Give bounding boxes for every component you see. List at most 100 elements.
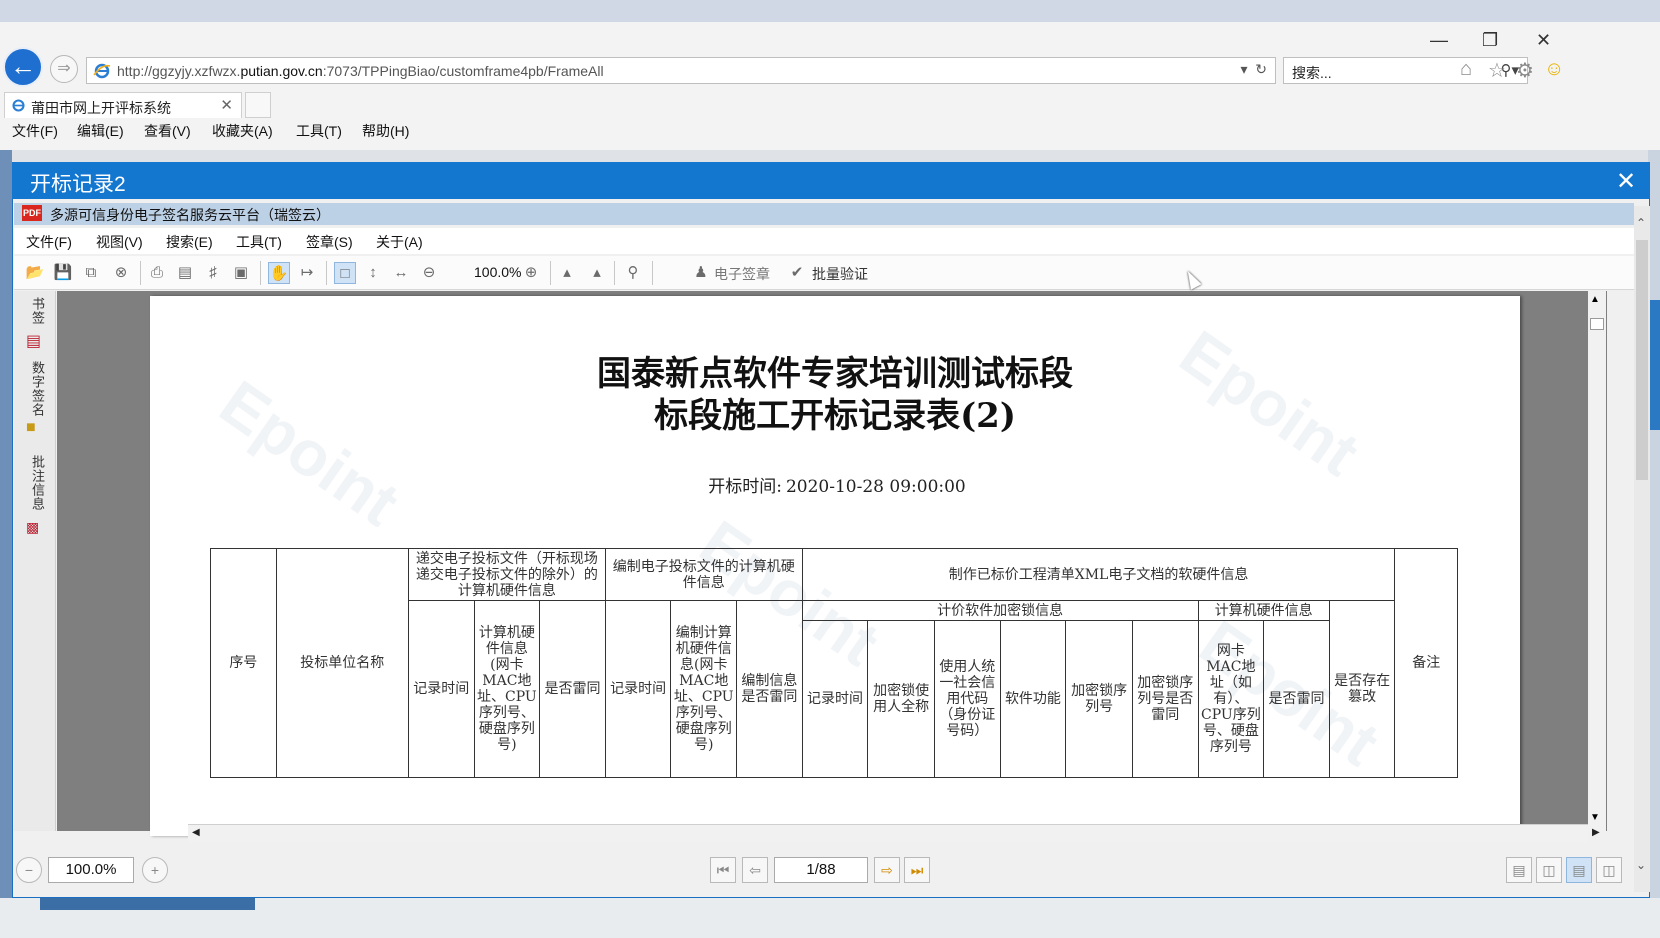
single-page-icon[interactable]: □: [334, 262, 356, 284]
next-page-icon[interactable]: ⇨: [874, 857, 900, 883]
document-title-line2: 标段施工开标记录表(2): [654, 396, 1016, 436]
header-lock-serial-same: 加密锁序列号是否雷同: [1131, 620, 1199, 778]
window-close-icon[interactable]: ✕: [1536, 30, 1551, 51]
hand-tool-icon[interactable]: ✋: [268, 262, 290, 284]
dialog-close-icon[interactable]: ✕: [1616, 167, 1636, 196]
last-page-icon[interactable]: ⏭: [904, 857, 930, 883]
viewer-toolbar: 📂 💾 ⧉ ⊗ ⎙ ▤ ♯ ▣ ✋ ↦ □ ↕ ↔ ⊖ 100.0% ⊕ ▴ ▴…: [14, 256, 1634, 290]
zoom-in-icon[interactable]: ⊕: [520, 262, 542, 284]
binoculars-icon[interactable]: ♯: [202, 262, 224, 284]
viewer-menu-file[interactable]: 文件(F): [26, 232, 72, 252]
status-zoom-out-icon[interactable]: −: [16, 857, 42, 883]
fit-width-icon[interactable]: ↔: [390, 262, 412, 284]
pdf-icon: PDF: [22, 205, 42, 221]
scroll-right-icon[interactable]: ▶: [1592, 827, 1600, 838]
status-zoom-in-icon[interactable]: +: [142, 857, 168, 883]
menu-edit[interactable]: 编辑(E): [77, 121, 124, 141]
header-seq: 序号: [210, 548, 277, 778]
single-page-view-icon[interactable]: ▤: [1506, 857, 1532, 883]
dialog-scroll-thumb[interactable]: [1636, 240, 1648, 480]
menu-file[interactable]: 文件(F): [12, 121, 58, 141]
continuous-view-icon[interactable]: ▤: [1566, 857, 1592, 883]
tab-close-icon[interactable]: ✕: [220, 96, 233, 114]
properties-icon[interactable]: ▤: [174, 262, 196, 284]
header-lock-group: 计价软件加密锁信息: [801, 600, 1199, 621]
menu-help[interactable]: 帮助(H): [362, 121, 409, 141]
continuous-facing-view-icon[interactable]: ◫: [1596, 857, 1622, 883]
annotation-icon[interactable]: ▩: [26, 519, 39, 536]
address-bar[interactable]: http://ggzyjy.xzfwzx.putian.gov.cn:7073/…: [86, 57, 1276, 84]
zoom-out-icon[interactable]: ⊖: [418, 262, 440, 284]
header-record-time-1: 记录时间: [407, 600, 475, 778]
header-credit-code: 使用人统一社会信用代码（身份证号码）: [934, 620, 1001, 778]
page-horizontal-scrollbar[interactable]: [188, 824, 1588, 842]
viewer-menu-search[interactable]: 搜索(E): [166, 232, 213, 252]
menu-tools[interactable]: 工具(T): [296, 121, 342, 141]
esign-button[interactable]: 电子签章: [714, 264, 770, 284]
batch-verify-button[interactable]: 批量验证: [812, 264, 868, 284]
viewer-menu-sign[interactable]: 签章(S): [306, 232, 353, 252]
rotate-left-icon[interactable]: ▴: [556, 262, 578, 284]
rotate-right-icon[interactable]: ▴: [586, 262, 608, 284]
prev-page-icon[interactable]: ⇦: [742, 857, 768, 883]
new-tab-button[interactable]: [245, 92, 271, 118]
settings-gear-icon[interactable]: ⚙: [1516, 58, 1534, 83]
close-doc-icon[interactable]: ⊗: [110, 262, 132, 284]
header-nic-info: 网卡MAC地址（如有）、CPU序列号、硬盘序列号: [1197, 620, 1265, 778]
browser-tab[interactable]: 莆田市网上开评标系统 ✕: [4, 92, 242, 118]
lock-icon[interactable]: ▣: [230, 262, 252, 284]
home-icon[interactable]: ⌂: [1460, 58, 1472, 81]
save-as-icon[interactable]: ⧉: [80, 262, 102, 284]
page-vertical-scroll-thumb[interactable]: [1590, 318, 1604, 330]
menu-favorites[interactable]: 收藏夹(A): [212, 121, 273, 141]
status-zoom-field[interactable]: 100.0%: [48, 857, 134, 883]
verify-check-icon[interactable]: ✔: [786, 262, 808, 284]
ie-logo-icon: [93, 63, 111, 79]
open-time-label: 开标时间:: [708, 477, 782, 497]
menu-view[interactable]: 查看(V): [144, 121, 191, 141]
signature-lock-icon[interactable]: ■: [26, 419, 36, 437]
fit-height-icon[interactable]: ↕: [362, 262, 384, 284]
bookmark-icon[interactable]: ▤: [26, 331, 41, 351]
restore-icon[interactable]: ❐: [1482, 30, 1498, 51]
header-submit-group: 递交电子投标文件（开标现场递交电子投标文件的除外）的计算机硬件信息: [407, 548, 606, 601]
side-tab-signatures[interactable]: 数字签名: [28, 361, 47, 417]
first-page-icon[interactable]: ⏮: [710, 857, 736, 883]
seal-stamp-icon[interactable]: ♟: [690, 262, 712, 284]
forward-button[interactable]: ⇒: [50, 55, 78, 83]
two-page-view-icon[interactable]: ◫: [1536, 857, 1562, 883]
viewer-menu-about[interactable]: 关于(A): [376, 232, 423, 252]
viewer-menu-tools[interactable]: 工具(T): [236, 232, 282, 252]
side-tab-annotations[interactable]: 批注信息: [28, 455, 47, 511]
scroll-up-icon[interactable]: ▲: [1590, 294, 1600, 305]
toolbar-zoom-value[interactable]: 100.0%: [474, 264, 521, 280]
dialog-scroll-up-icon[interactable]: ⌃: [1636, 216, 1646, 230]
page-vertical-scrollbar[interactable]: [1588, 291, 1606, 831]
header-sw-function: 软件功能: [999, 620, 1067, 778]
select-text-icon[interactable]: ↦: [296, 262, 318, 284]
minimize-icon[interactable]: —: [1430, 30, 1448, 51]
plugin-title: 多源可信身份电子签名服务云平台（瑞签云）: [50, 207, 330, 223]
header-hw-info-1: 计算机硬件信息(网卡MAC地址、CPU序列号、硬盘序列号): [473, 600, 541, 778]
page-number-field[interactable]: 1/88: [774, 857, 868, 883]
scroll-left-icon[interactable]: ◀: [192, 827, 200, 838]
header-remark: 备注: [1394, 548, 1458, 778]
favorites-star-icon[interactable]: ☆: [1488, 58, 1506, 83]
open-time: 开标时间: 2020-10-28 09:00:00: [150, 472, 1520, 497]
side-tab-bookmarks[interactable]: 书签: [28, 297, 47, 325]
smiley-feedback-icon[interactable]: ☺: [1544, 58, 1564, 81]
back-button[interactable]: ←: [3, 47, 43, 87]
viewer-menu-view[interactable]: 视图(V): [96, 232, 143, 252]
save-icon[interactable]: 💾: [52, 262, 74, 284]
scroll-down-icon[interactable]: ▼: [1590, 812, 1600, 823]
dialog-scroll-down-icon[interactable]: ⌄: [1636, 858, 1646, 872]
tab-title: 莆田市网上开评标系统: [31, 100, 171, 116]
open-file-icon[interactable]: 📂: [24, 262, 46, 284]
header-hw-group: 计算机硬件信息: [1197, 600, 1330, 621]
refresh-icon[interactable]: ↻: [1255, 61, 1267, 77]
header-same-3: 是否雷同: [1263, 620, 1330, 778]
window-top-band: [0, 0, 1660, 22]
find-icon[interactable]: ⚲: [622, 262, 644, 284]
dropdown-arrow-icon[interactable]: ▾: [1240, 61, 1247, 77]
print-icon[interactable]: ⎙: [146, 262, 168, 284]
